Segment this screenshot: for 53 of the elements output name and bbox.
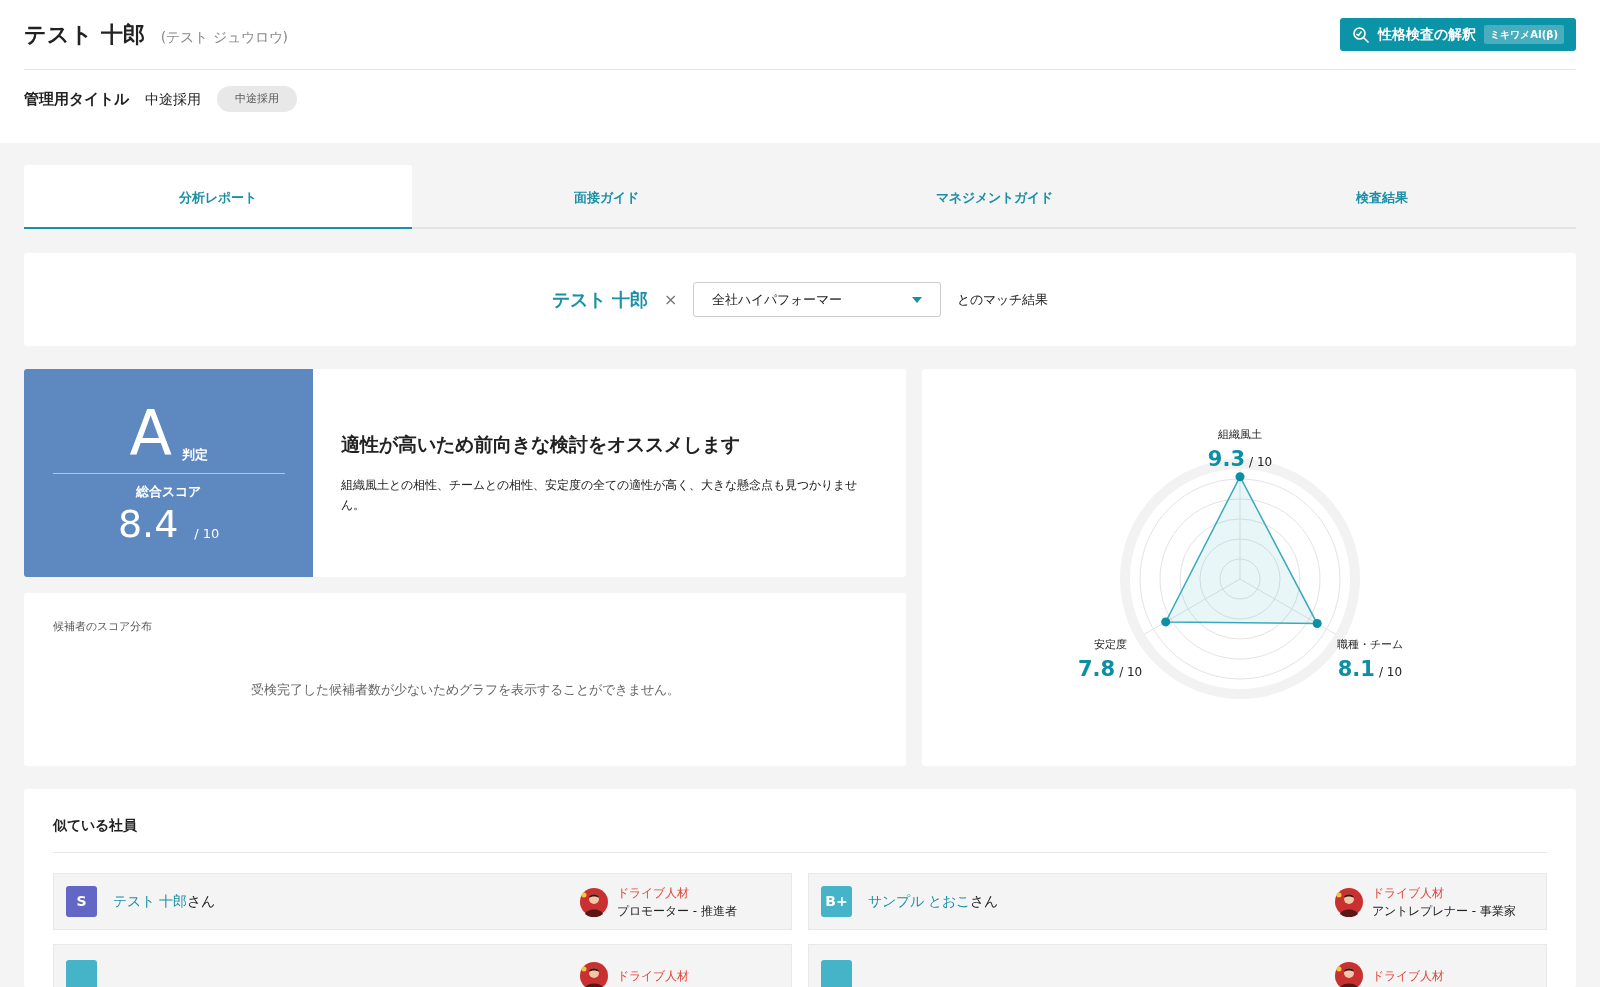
axis-score: 9.3 xyxy=(1207,445,1246,473)
axis-max: / 10 xyxy=(1378,663,1403,681)
ai-interpret-button[interactable]: 性格検査の解釈 ミキワメAI(β) xyxy=(1340,18,1576,51)
axis-label: 職種・チーム xyxy=(1335,637,1404,653)
times-sign: × xyxy=(663,288,678,311)
total-score-label: 総合スコア xyxy=(136,482,202,501)
person-name: テスト 十郎 xyxy=(24,21,145,49)
distribution-title: 候補者のスコア分布 xyxy=(53,619,153,635)
avatar-illustration-icon xyxy=(1334,886,1364,917)
match-suffix: とのマッチ結果 xyxy=(957,290,1049,309)
title-value: 中途採用 xyxy=(145,89,201,109)
score-max: / 10 xyxy=(194,524,220,543)
talent-type: ドライブ人材 xyxy=(1372,967,1444,985)
avatar-illustration-icon xyxy=(579,960,609,987)
total-score: 8.4 xyxy=(117,505,179,544)
caret-icon xyxy=(912,296,923,303)
similar-title: 似ている社員 xyxy=(53,815,1547,853)
group-select[interactable]: 全社ハイパフォーマー xyxy=(693,282,942,317)
score-point xyxy=(1235,472,1245,482)
employee-name[interactable]: サンプル とおこ さん xyxy=(868,893,999,909)
category-tag: 中途採用 xyxy=(217,85,297,113)
grade-letter: A xyxy=(129,402,172,465)
search-icon xyxy=(1352,25,1371,44)
tab[interactable]: 検査結果 xyxy=(1188,165,1576,229)
grade-badge: B+ xyxy=(821,886,852,917)
employee-name[interactable]: テスト 十郎 さん xyxy=(113,893,216,909)
score-point xyxy=(1312,619,1322,629)
tab[interactable]: 分析レポート xyxy=(24,165,412,229)
axis-score: 8.1 xyxy=(1337,655,1375,683)
axis-max: / 10 xyxy=(1249,453,1273,471)
talent-type: ドライブ人材 xyxy=(1372,884,1445,902)
title-label: 管理用タイトル xyxy=(24,88,129,110)
name-reading: (テスト ジュウロウ) xyxy=(160,28,289,47)
talent-role: プロモーター - 推進者 xyxy=(617,902,737,920)
grade-label: 判定 xyxy=(181,446,208,465)
candidate-name: テスト 十郎 xyxy=(551,288,648,312)
tab[interactable]: マネジメントガイド xyxy=(800,165,1188,229)
score-point xyxy=(1161,617,1171,627)
ai-badge: ミキワメAI(β) xyxy=(1484,25,1564,44)
talent-type: ドライブ人材 xyxy=(617,884,690,902)
axis-score: 7.8 xyxy=(1077,655,1116,683)
talent-role: アントレプレナー - 事業家 xyxy=(1372,902,1516,920)
talent-type: ドライブ人材 xyxy=(617,967,689,985)
verdict-headline: 適性が高いため前向きな検討をオススメします xyxy=(341,432,742,458)
avatar-illustration-icon xyxy=(1334,960,1364,987)
axis-label: 安定度 xyxy=(1092,637,1128,653)
grade-badge: S xyxy=(66,886,97,917)
tab[interactable]: 面接ガイド xyxy=(412,165,800,229)
verdict-description: 組織風土との相性、チームとの相性、安定度の全ての適性が高く、大きな懸念点も見つかりません。 xyxy=(341,476,859,515)
axis-label: 組織風土 xyxy=(1217,427,1263,443)
no-graph-message: 受検完了した候補者数が少ないためグラフを表示することができません。 xyxy=(249,680,681,699)
axis-max: / 10 xyxy=(1119,663,1143,681)
avatar-illustration-icon xyxy=(579,886,609,917)
